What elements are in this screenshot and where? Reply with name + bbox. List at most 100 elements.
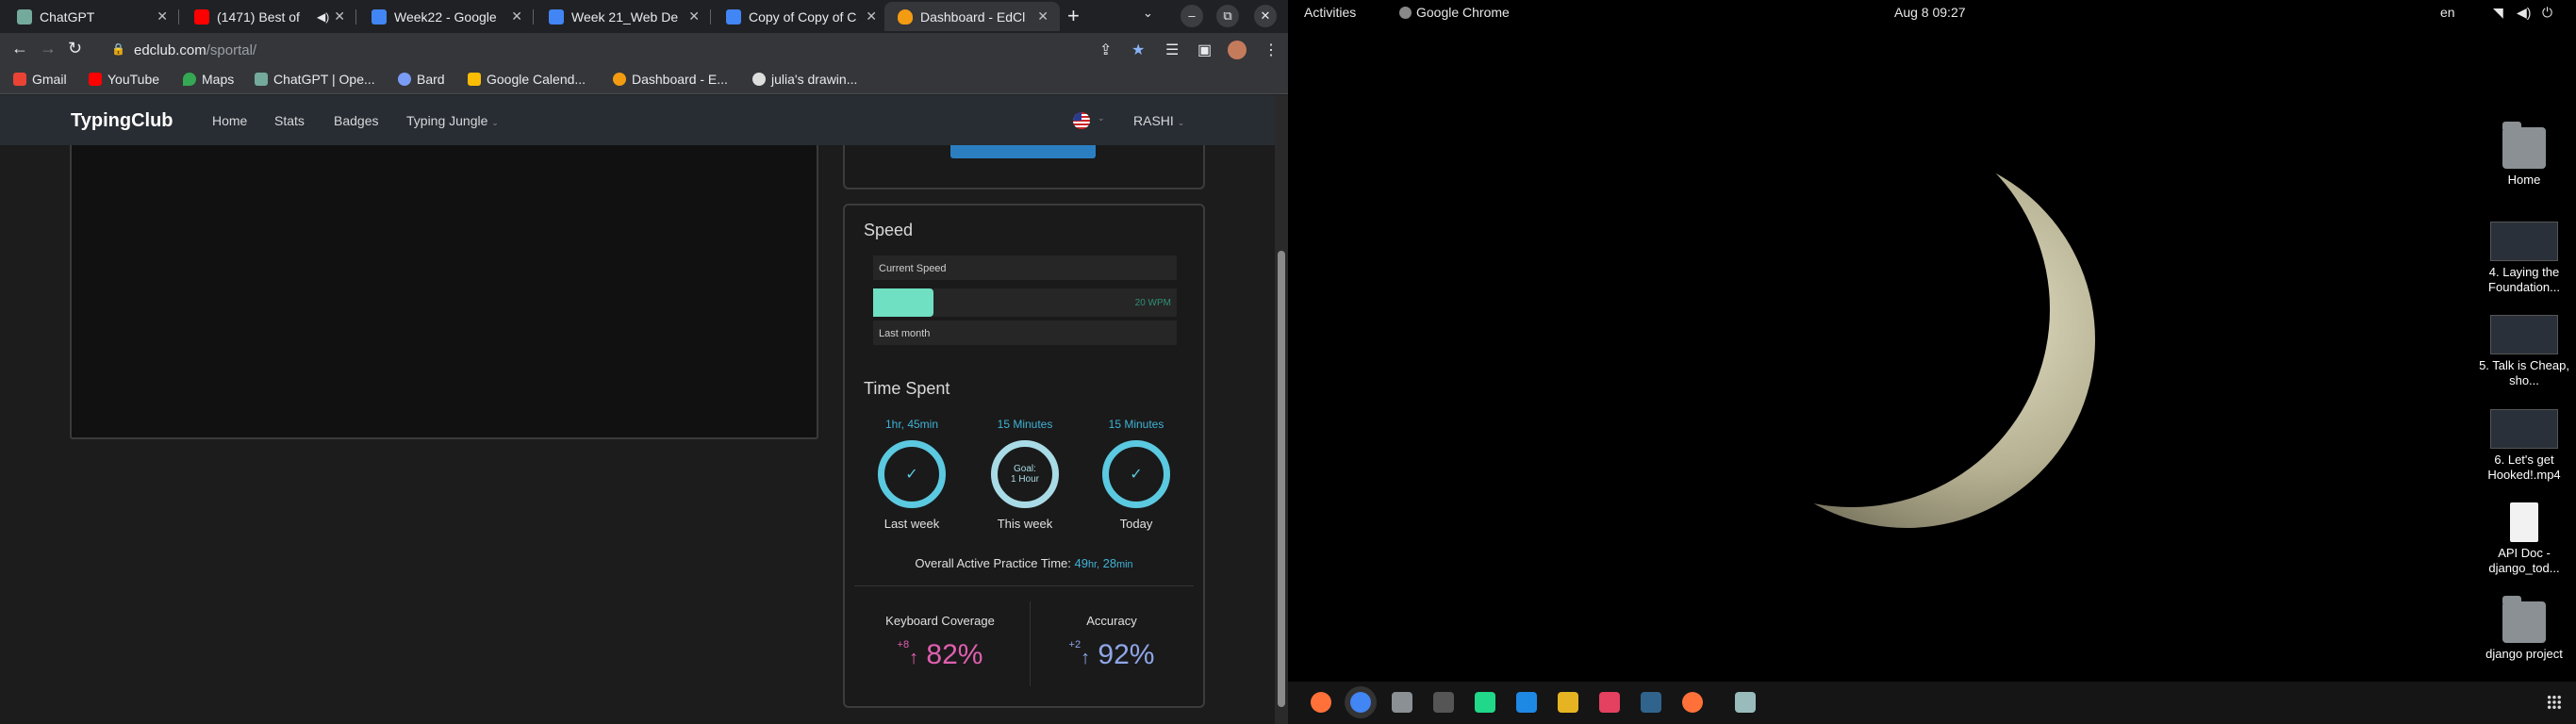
nav-typing-jungle[interactable]: Typing Jungle ⌄: [406, 113, 499, 128]
us-flag-icon[interactable]: [1073, 112, 1090, 129]
close-icon[interactable]: ✕: [334, 8, 345, 25]
volume-icon[interactable]: ◀): [2517, 5, 2531, 21]
desktop-icon-django[interactable]: django project: [2472, 596, 2576, 662]
close-icon[interactable]: ✕: [511, 8, 522, 25]
speed-value: 20 WPM: [1134, 298, 1171, 308]
chatgpt-icon: [255, 73, 268, 86]
close-icon[interactable]: ✕: [866, 8, 877, 25]
active-app-menu[interactable]: Google Chrome: [1399, 5, 1510, 20]
accuracy-label: Accuracy: [1086, 614, 1137, 628]
firefox-icon[interactable]: [1311, 692, 1331, 713]
share-icon[interactable]: ⇪: [1099, 41, 1112, 59]
edclub-icon: [898, 8, 913, 25]
address-bar[interactable]: 🔒 edclub.com/sportal/: [94, 37, 1080, 63]
show-apps-icon[interactable]: [2547, 695, 2562, 710]
chatgpt-icon: [17, 8, 32, 25]
desktop-icon-video-4[interactable]: 4. Laying the Foundation...: [2472, 222, 2576, 295]
terminal-icon[interactable]: [1433, 692, 1454, 713]
tab-week22[interactable]: Week22 - Google ✕: [358, 2, 534, 31]
bookmark-calendar[interactable]: Google Calend...: [468, 72, 586, 87]
vscode-icon[interactable]: [1516, 692, 1537, 713]
minimize-button[interactable]: –: [1181, 5, 1203, 27]
bookmark-youtube[interactable]: YouTube: [89, 72, 159, 87]
close-icon[interactable]: ✕: [688, 8, 700, 25]
bookmark-maps[interactable]: Maps: [183, 72, 234, 87]
maximize-button[interactable]: ⧉: [1216, 5, 1239, 27]
bookmarks-bar: Gmail YouTube Maps ChatGPT | Ope... Bard…: [0, 67, 1288, 94]
figma-icon[interactable]: [1599, 692, 1620, 713]
postgres-icon[interactable]: [1641, 692, 1661, 713]
keyboard-coverage-value: +8↑ 82%: [897, 639, 983, 670]
desktop-icon-video-5[interactable]: 5. Talk is Cheap, sho...: [2472, 315, 2576, 388]
activities-button[interactable]: Activities: [1304, 5, 1356, 20]
forward-icon[interactable]: →: [40, 39, 57, 58]
files-icon[interactable]: [1392, 692, 1412, 713]
nav-home[interactable]: Home: [212, 113, 247, 128]
speaker-icon[interactable]: ◀): [317, 10, 329, 24]
current-speed-bar: Current Speed: [873, 255, 1177, 280]
tab-copy[interactable]: Copy of Copy of C ✕: [713, 2, 888, 31]
youtube-icon: [89, 73, 102, 86]
accuracy-value: +2↑ 92%: [1068, 639, 1155, 670]
notes-icon[interactable]: [1558, 692, 1578, 713]
profile-avatar[interactable]: [1228, 41, 1247, 59]
tab-youtube[interactable]: (1471) Best of ◀) ✕: [181, 2, 356, 31]
input-language[interactable]: en: [2440, 5, 2455, 20]
postman-icon[interactable]: [1682, 692, 1703, 713]
bookmark-dashboard[interactable]: Dashboard - E...: [613, 72, 728, 87]
tab-week21[interactable]: Week 21_Web De ✕: [536, 2, 711, 31]
ring-this-week-top: 15 Minutes: [997, 418, 1053, 431]
clock[interactable]: Aug 8 09:27: [1894, 5, 1966, 20]
user-menu[interactable]: RASHI ⌄: [1133, 113, 1184, 128]
speed-heading: Speed: [864, 221, 914, 239]
pycharm-icon[interactable]: [1475, 692, 1495, 713]
bookmark-gmail[interactable]: Gmail: [13, 72, 67, 87]
close-icon[interactable]: ✕: [1037, 8, 1049, 25]
tab-dashboard[interactable]: Dashboard - EdCl ✕: [884, 2, 1060, 31]
action-button[interactable]: [950, 145, 1096, 158]
back-icon[interactable]: ←: [11, 39, 28, 58]
nav-stats[interactable]: Stats: [274, 113, 305, 128]
nav-badges[interactable]: Badges: [334, 113, 378, 128]
close-window-button[interactable]: ✕: [1254, 5, 1277, 27]
bookmark-star-icon[interactable]: ★: [1131, 41, 1145, 59]
last-month-bar: Last month: [873, 321, 1177, 345]
bookmark-julia[interactable]: julia's drawin...: [752, 72, 857, 87]
close-icon[interactable]: ✕: [157, 8, 168, 25]
reload-icon[interactable]: ↻: [68, 39, 82, 58]
ring-this-week: Goal: 1 Hour: [991, 440, 1059, 508]
bookmark-bard[interactable]: Bard: [398, 72, 445, 87]
time-spent-heading: Time Spent: [864, 379, 950, 398]
tab-search-icon[interactable]: ⌄: [1143, 6, 1153, 21]
dock: [1288, 682, 2576, 724]
new-tab-button[interactable]: +: [1067, 4, 1080, 28]
video-thumbnail-icon: [2490, 315, 2558, 354]
toolbar: ← → ↻ 🔒 edclub.com/sportal/ ⇪ ★ ☰ ▣ ⋮: [0, 33, 1288, 67]
ring-today-label: Today: [1119, 517, 1153, 531]
desktop-icon-api-doc[interactable]: API Doc - django_tod...: [2472, 502, 2576, 576]
check-icon: ✓: [905, 467, 918, 483]
desktop-icon-home[interactable]: Home: [2472, 122, 2576, 188]
tab-chatgpt[interactable]: ChatGPT ✕: [4, 2, 179, 31]
bard-icon: [398, 73, 411, 86]
url-path: /sportal/: [206, 42, 257, 58]
gmail-icon: [13, 73, 26, 86]
chevron-down-icon: ⌄: [491, 118, 499, 127]
desktop-icon-video-6[interactable]: 6. Let's get Hooked!.mp4: [2472, 409, 2576, 483]
page-scrollbar[interactable]: [1275, 95, 1288, 724]
wifi-icon[interactable]: ◥: [2493, 5, 2503, 21]
menu-icon[interactable]: ⋮: [1263, 41, 1279, 59]
globe-icon: [752, 73, 766, 86]
chrome-icon[interactable]: [1350, 692, 1371, 713]
gnome-top-bar: Activities Google Chrome Aug 8 09:27 en …: [1288, 0, 2576, 25]
site-logo[interactable]: TypingClub: [71, 110, 173, 132]
speed-fill: [873, 288, 934, 317]
media-icon[interactable]: ☰: [1165, 41, 1179, 59]
goal-text: Goal: 1 Hour: [1010, 464, 1039, 485]
bookmark-chatgpt[interactable]: ChatGPT | Ope...: [255, 72, 375, 87]
side-panel-icon[interactable]: ▣: [1197, 41, 1212, 59]
trash-icon[interactable]: [1735, 692, 1756, 713]
power-icon[interactable]: ⏻: [2542, 5, 2552, 21]
keyboard-coverage-label: Keyboard Coverage: [885, 614, 995, 628]
scrollbar-thumb[interactable]: [1278, 251, 1285, 707]
